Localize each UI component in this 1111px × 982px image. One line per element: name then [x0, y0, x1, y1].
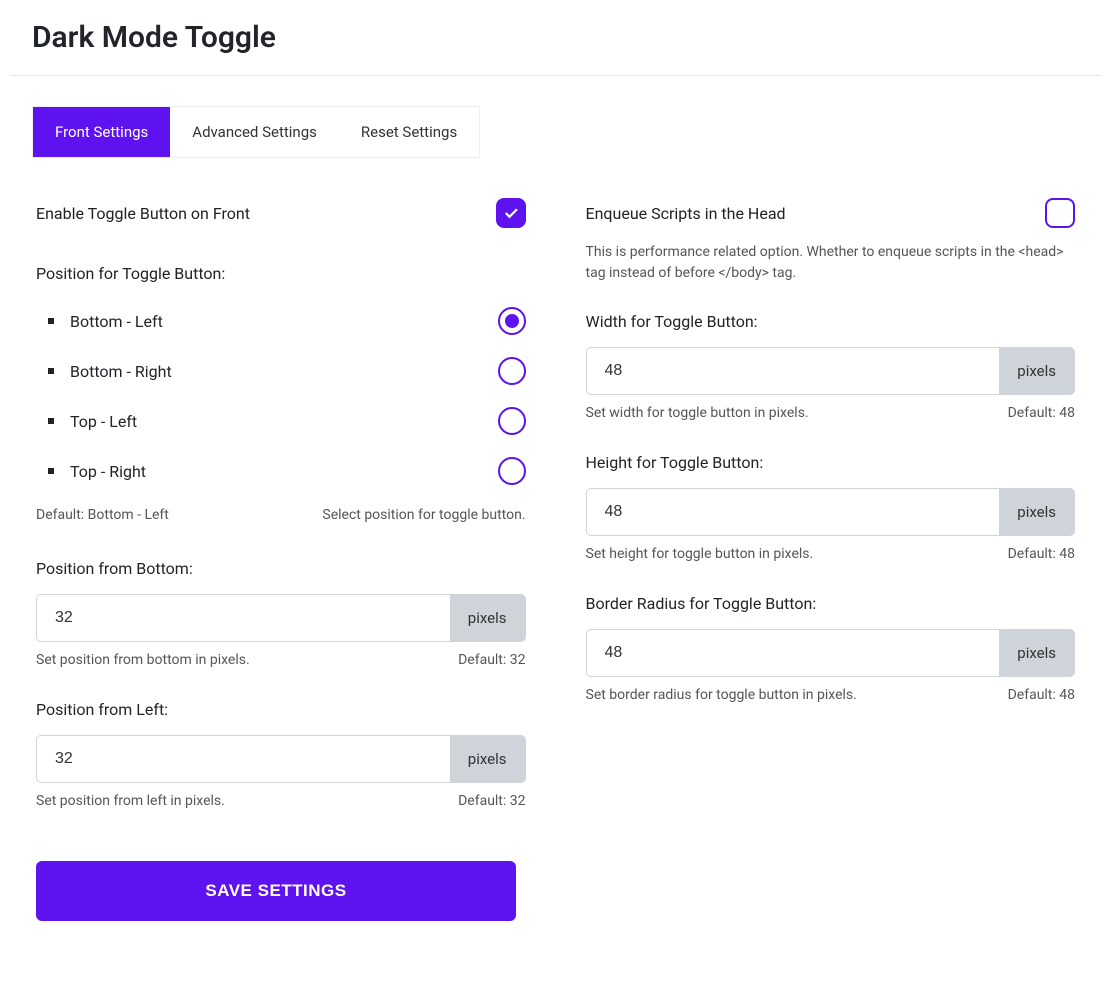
position-radio[interactable]	[498, 357, 526, 385]
position-help-text: Select position for toggle button.	[322, 507, 525, 523]
position-option: Bottom - Left	[36, 307, 526, 335]
enqueue-scripts-description: This is performance related option. Whet…	[586, 242, 1076, 284]
width-help: Set width for toggle button in pixels.	[586, 405, 809, 421]
position-option: Bottom - Right	[36, 357, 526, 385]
tab-reset-settings[interactable]: Reset Settings	[339, 107, 479, 157]
border-radius-label: Border Radius for Toggle Button:	[586, 594, 1076, 613]
tab-advanced-settings[interactable]: Advanced Settings	[170, 107, 339, 157]
page-title: Dark Mode Toggle	[32, 20, 1111, 55]
position-option-label: Top - Right	[70, 462, 146, 481]
bullet-icon	[48, 418, 54, 424]
position-option-label: Top - Left	[70, 412, 137, 431]
position-radio[interactable]	[498, 407, 526, 435]
tab-front-settings[interactable]: Front Settings	[33, 107, 170, 157]
pixels-addon: pixels	[999, 348, 1074, 394]
divider	[10, 75, 1101, 76]
width-label: Width for Toggle Button:	[586, 312, 1076, 331]
position-from-bottom-block: Position from Bottom: pixels Set positio…	[36, 559, 526, 668]
position-option-label: Bottom - Right	[70, 362, 172, 381]
pixels-addon: pixels	[450, 736, 525, 782]
left-column: Enable Toggle Button on Front Position f…	[36, 198, 526, 921]
height-input[interactable]	[587, 489, 1000, 535]
position-option-label: Bottom - Left	[70, 312, 163, 331]
save-settings-button[interactable]: SAVE SETTINGS	[36, 861, 516, 921]
position-option: Top - Right	[36, 457, 526, 485]
position-label: Position for Toggle Button:	[36, 264, 526, 283]
bullet-icon	[48, 468, 54, 474]
position-from-left-input[interactable]	[37, 736, 450, 782]
right-column: Enqueue Scripts in the Head This is perf…	[586, 198, 1076, 921]
height-block: Height for Toggle Button: pixels Set hei…	[586, 453, 1076, 562]
tabs: Front SettingsAdvanced SettingsReset Set…	[32, 106, 480, 158]
position-from-left-label: Position from Left:	[36, 700, 526, 719]
position-radio[interactable]	[498, 307, 526, 335]
height-label: Height for Toggle Button:	[586, 453, 1076, 472]
position-from-left-default: Default: 32	[458, 793, 525, 809]
position-from-bottom-label: Position from Bottom:	[36, 559, 526, 578]
bullet-icon	[48, 368, 54, 374]
width-block: Width for Toggle Button: pixels Set widt…	[586, 312, 1076, 421]
pixels-addon: pixels	[999, 630, 1074, 676]
position-from-bottom-input[interactable]	[37, 595, 450, 641]
position-radio[interactable]	[498, 457, 526, 485]
enqueue-scripts-checkbox[interactable]	[1045, 198, 1075, 228]
position-option: Top - Left	[36, 407, 526, 435]
enable-toggle-label: Enable Toggle Button on Front	[36, 204, 250, 223]
width-default: Default: 48	[1008, 405, 1075, 421]
bullet-icon	[48, 318, 54, 324]
height-help: Set height for toggle button in pixels.	[586, 546, 814, 562]
position-default-text: Default: Bottom - Left	[36, 507, 169, 523]
position-from-left-block: Position from Left: pixels Set position …	[36, 700, 526, 809]
position-from-bottom-default: Default: 32	[458, 652, 525, 668]
border-radius-help: Set border radius for toggle button in p…	[586, 687, 857, 703]
check-icon	[502, 204, 520, 222]
position-from-bottom-help: Set position from bottom in pixels.	[36, 652, 250, 668]
pixels-addon: pixels	[999, 489, 1074, 535]
border-radius-default: Default: 48	[1008, 687, 1075, 703]
height-default: Default: 48	[1008, 546, 1075, 562]
position-radio-group: Bottom - Left Bottom - Right Top - Left Top…	[36, 307, 526, 485]
position-from-left-help: Set position from left in pixels.	[36, 793, 225, 809]
border-radius-block: Border Radius for Toggle Button: pixels …	[586, 594, 1076, 703]
enqueue-scripts-label: Enqueue Scripts in the Head	[586, 204, 786, 223]
pixels-addon: pixels	[450, 595, 525, 641]
border-radius-input[interactable]	[587, 630, 1000, 676]
enable-toggle-checkbox[interactable]	[496, 198, 526, 228]
width-input[interactable]	[587, 348, 1000, 394]
